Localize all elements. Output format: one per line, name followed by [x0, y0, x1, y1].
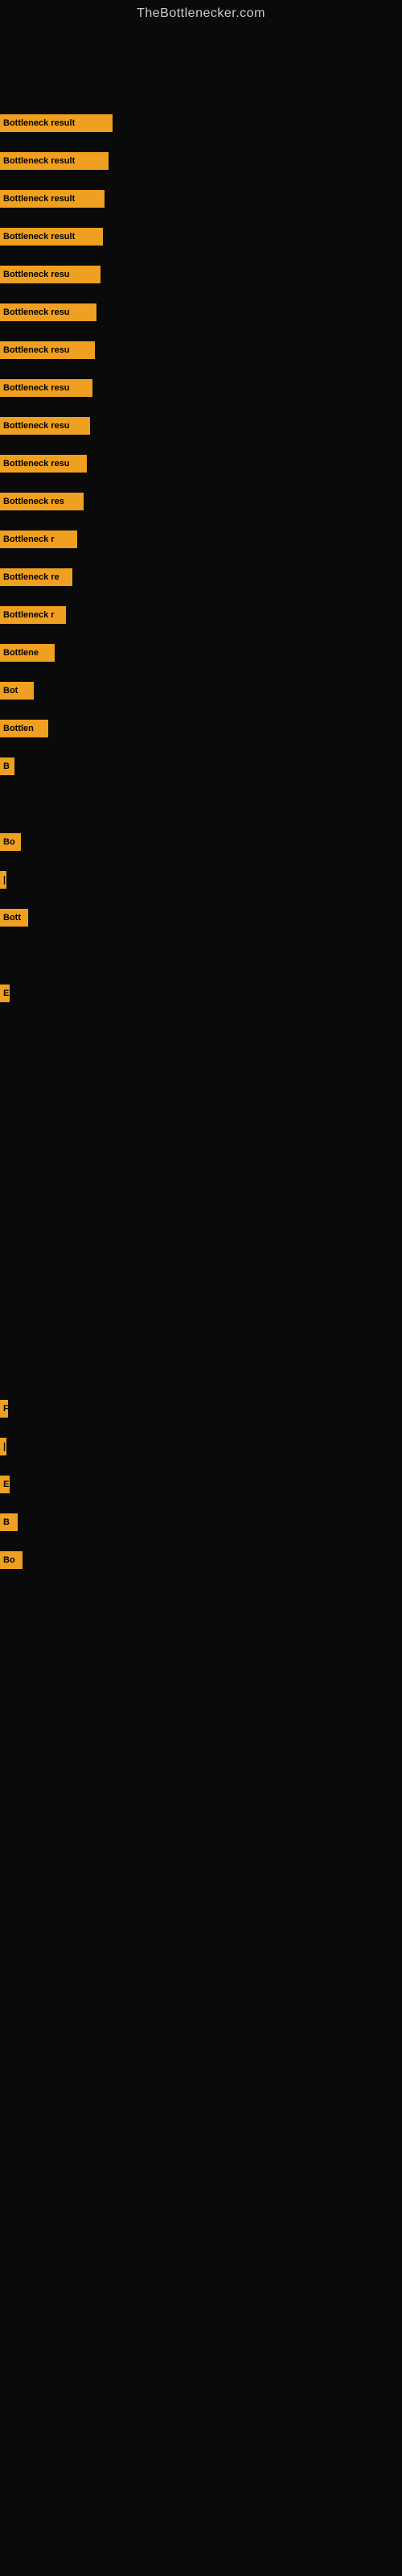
bottleneck-bar: Bottleneck resu [0, 341, 95, 359]
bottleneck-bar: Bottlen [0, 720, 48, 737]
bottleneck-bar: E [0, 985, 10, 1002]
bottleneck-label: | [3, 1442, 6, 1451]
bottleneck-label: Bottleneck result [3, 156, 75, 166]
bottleneck-label: Bottleneck result [3, 194, 75, 204]
bottleneck-label: B [3, 762, 10, 771]
bottleneck-label: Bott [3, 913, 21, 923]
bottleneck-label: Bottlen [3, 724, 34, 733]
bottleneck-bar: B [0, 1513, 18, 1531]
bottleneck-label: F [3, 1404, 8, 1414]
bottleneck-bar: B [0, 758, 14, 775]
bottleneck-bar: Bottleneck r [0, 606, 66, 624]
bottleneck-label: Bottleneck result [3, 232, 75, 242]
bottleneck-label: Bottleneck resu [3, 345, 70, 355]
bottleneck-label: Bottleneck resu [3, 421, 70, 431]
bottleneck-label: Bottleneck result [3, 118, 75, 128]
bottleneck-bar: Bottleneck resu [0, 266, 100, 283]
bottleneck-bar: Bottleneck result [0, 114, 113, 132]
bottleneck-bar: Bottleneck resu [0, 303, 96, 321]
bottleneck-bar: Bottleneck res [0, 493, 84, 510]
bottleneck-bar: Bo [0, 833, 21, 851]
bottleneck-label: Bottleneck r [3, 535, 55, 544]
bottleneck-bar: Bottleneck resu [0, 379, 92, 397]
bottleneck-bar: | [0, 1438, 6, 1455]
bottleneck-bar: Bottleneck resu [0, 417, 90, 435]
bottleneck-bar: Bottlene [0, 644, 55, 662]
bottleneck-label: | [3, 875, 6, 885]
bottleneck-label: Bottleneck res [3, 497, 64, 506]
bottleneck-label: Bottlene [3, 648, 39, 658]
bottleneck-bar: Bottleneck result [0, 228, 103, 246]
bottleneck-label: E [3, 989, 9, 998]
bottleneck-label: Bottleneck resu [3, 459, 70, 469]
bottleneck-bar: Bottleneck r [0, 530, 77, 548]
bottleneck-label: Bottleneck resu [3, 383, 70, 393]
bottleneck-label: Bottleneck re [3, 572, 59, 582]
bottleneck-bar: F [0, 1400, 8, 1418]
bottleneck-bar: E [0, 1476, 10, 1493]
site-title: TheBottlenecker.com [0, 0, 402, 27]
bottleneck-label: Bottleneck r [3, 610, 55, 620]
bottleneck-label: B [3, 1517, 10, 1527]
bottleneck-bar: | [0, 871, 6, 889]
bottleneck-bar: Bottleneck result [0, 190, 105, 208]
bottleneck-bar: Bot [0, 682, 34, 700]
bottleneck-bar: Bottleneck re [0, 568, 72, 586]
bottleneck-bar: Bottleneck result [0, 152, 109, 170]
bottleneck-label: Bo [3, 837, 15, 847]
bottleneck-label: Bottleneck resu [3, 308, 70, 317]
bottleneck-label: E [3, 1480, 9, 1489]
bottleneck-label: Bot [3, 686, 18, 696]
bottleneck-label: Bo [3, 1555, 15, 1565]
bottleneck-bar: Bottleneck resu [0, 455, 87, 473]
bottleneck-label: Bottleneck resu [3, 270, 70, 279]
bottleneck-bar: Bott [0, 909, 28, 927]
bottleneck-bar: Bo [0, 1551, 23, 1569]
